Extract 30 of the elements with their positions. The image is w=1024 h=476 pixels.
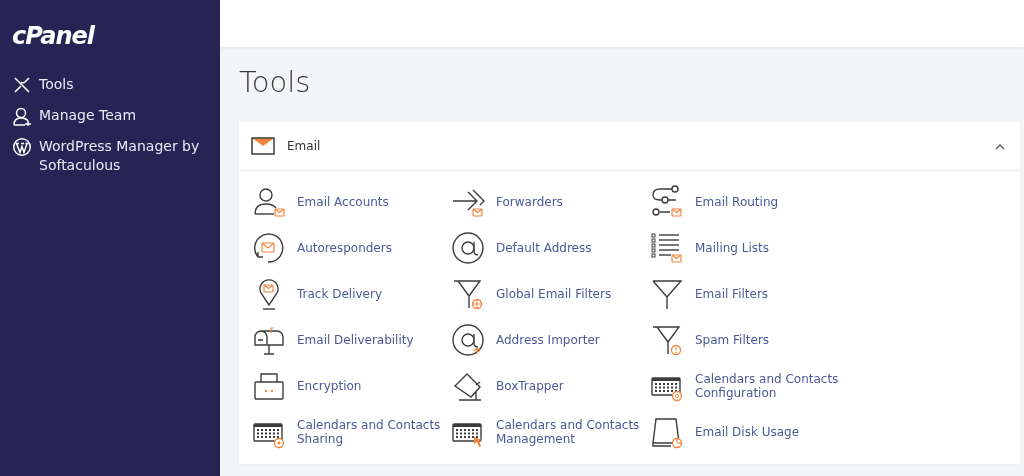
tool-link[interactable]: Email Routing (650, 179, 840, 225)
tool-link[interactable]: Default Address (451, 225, 650, 271)
sidebar-item[interactable]: WordPress Manager by Softaculous (12, 134, 208, 178)
tool-link[interactable]: BoxTrapper (451, 363, 650, 409)
tool-link[interactable]: Global Email Filters (451, 271, 650, 317)
cpanel-logo[interactable]: cPanel (12, 22, 95, 50)
tool-link[interactable]: Calendars and Contacts Management (451, 409, 650, 455)
tool-link[interactable]: Address Importer (451, 317, 650, 363)
tool-link[interactable]: Autoresponders (252, 225, 451, 271)
person-icon (252, 185, 288, 219)
wordpress-icon (12, 137, 32, 157)
section-header[interactable]: Email (239, 122, 1020, 171)
tool-link[interactable]: Mailing Lists (650, 225, 840, 271)
tool-link[interactable]: Email Deliverability (252, 317, 451, 363)
tool-link[interactable]: Track Delivery (252, 271, 451, 317)
tool-link[interactable]: Email Accounts (252, 179, 451, 225)
sidebar-item[interactable]: Tools (12, 72, 208, 98)
sidebar-item[interactable]: Manage Team (12, 103, 208, 129)
person-add-icon (12, 106, 32, 126)
tool-link[interactable]: Spam Filters (650, 317, 840, 363)
tool-link[interactable]: Calendars and Contacts Sharing (252, 409, 451, 455)
at-sign-icon (451, 231, 487, 265)
envelope-icon (251, 137, 275, 155)
tool-link[interactable]: Forwarders (451, 179, 650, 225)
tool-link[interactable]: Email Disk Usage (650, 409, 840, 455)
tool-link[interactable]: Calendars and Contacts Configuration (650, 363, 840, 409)
tool-link[interactable]: Encryption (252, 363, 451, 409)
chevron-icon[interactable] (995, 142, 1005, 150)
tool-link[interactable]: Email Filters (650, 271, 840, 317)
page-title: Tools (238, 64, 312, 101)
